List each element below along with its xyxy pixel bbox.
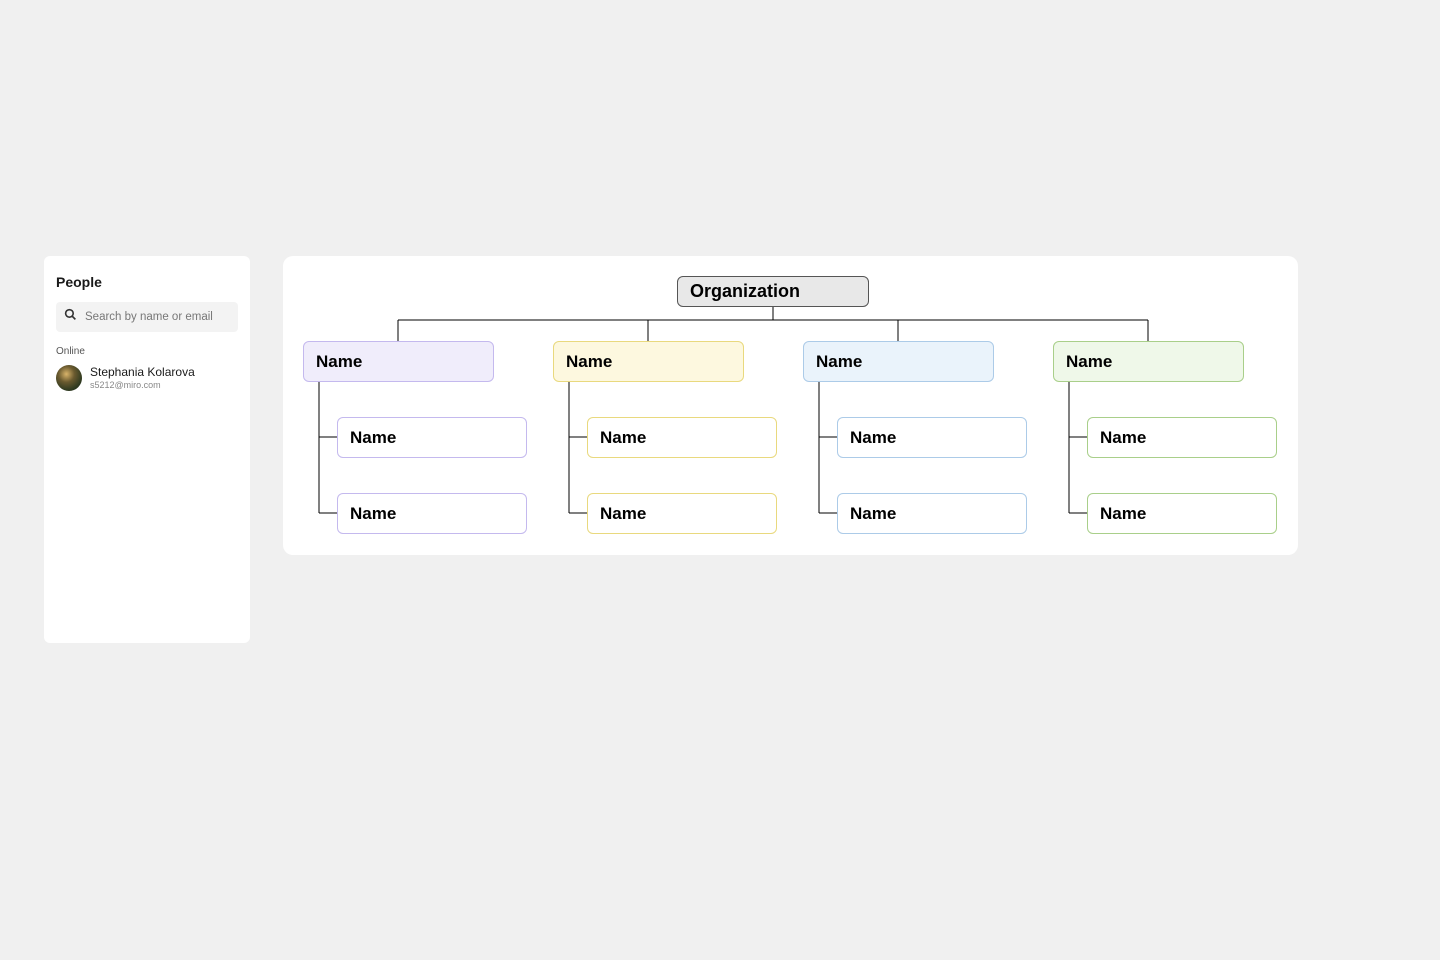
org-dept-node-2[interactable]: Name — [803, 341, 994, 382]
people-panel: People Online Stephania Kolarova s5212@m… — [44, 256, 250, 643]
user-email: s5212@miro.com — [90, 380, 195, 391]
org-leaf-node-0-1[interactable]: Name — [337, 493, 527, 534]
org-dept-node-0[interactable]: Name — [303, 341, 494, 382]
avatar — [56, 365, 82, 391]
user-row[interactable]: Stephania Kolarova s5212@miro.com — [56, 365, 238, 391]
org-leaf-node-0-0[interactable]: Name — [337, 417, 527, 458]
search-icon — [64, 308, 85, 326]
org-dept-node-3[interactable]: Name — [1053, 341, 1244, 382]
user-name: Stephania Kolarova — [90, 365, 195, 379]
org-leaf-node-3-1[interactable]: Name — [1087, 493, 1277, 534]
org-leaf-node-2-0[interactable]: Name — [837, 417, 1027, 458]
org-leaf-node-1-1[interactable]: Name — [587, 493, 777, 534]
org-leaf-node-3-0[interactable]: Name — [1087, 417, 1277, 458]
online-header: Online — [56, 346, 238, 357]
org-leaf-node-1-0[interactable]: Name — [587, 417, 777, 458]
org-root-node[interactable]: Organization — [677, 276, 869, 307]
people-search-field[interactable] — [56, 302, 238, 332]
user-meta: Stephania Kolarova s5212@miro.com — [90, 365, 195, 390]
org-chart-canvas[interactable]: Organization Name Name Name Name Name Na… — [283, 256, 1298, 555]
org-leaf-node-2-1[interactable]: Name — [837, 493, 1027, 534]
people-search-input[interactable] — [85, 311, 230, 323]
org-dept-node-1[interactable]: Name — [553, 341, 744, 382]
people-panel-title: People — [56, 274, 238, 290]
